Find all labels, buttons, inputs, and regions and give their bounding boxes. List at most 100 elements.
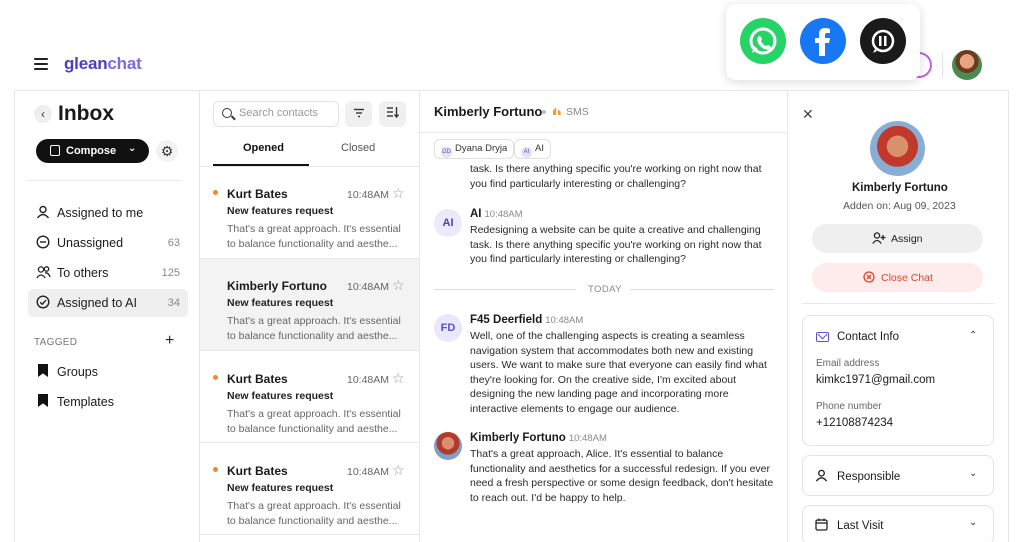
bookmark-icon xyxy=(38,394,48,407)
add-tag-icon[interactable]: + xyxy=(165,332,174,350)
divider xyxy=(434,289,576,290)
unread-dot xyxy=(213,375,218,380)
tab-opened[interactable]: Opened xyxy=(243,142,284,154)
compose-button[interactable]: Compose ⌄ xyxy=(36,139,149,163)
star-icon[interactable]: ☆ xyxy=(392,277,405,294)
right-border xyxy=(1008,90,1009,542)
message-text: That's a great approach, Alice. It's ess… xyxy=(470,448,774,504)
sort-button[interactable] xyxy=(379,101,406,127)
check-circle-icon xyxy=(36,295,50,309)
contact-info-card: Contact Info ⌃ Email address kimkc1971@g… xyxy=(802,315,994,446)
count-badge: 34 xyxy=(167,297,180,309)
users-icon xyxy=(36,265,51,279)
channel-label: SMS xyxy=(566,106,589,118)
whatsapp-icon[interactable] xyxy=(740,18,786,64)
contact-avatar xyxy=(870,121,925,176)
cast-icon[interactable] xyxy=(860,18,906,64)
tag-item-groups[interactable]: Groups xyxy=(28,358,188,384)
responsible-card[interactable]: Responsible ⌄ xyxy=(802,455,994,496)
sidebar-item-to-others[interactable]: To others 125 xyxy=(28,259,188,287)
search-field[interactable] xyxy=(239,107,335,119)
share-popup xyxy=(726,4,920,80)
list-item[interactable]: Kurt Bates 10:48AM ☆ New features reques… xyxy=(200,444,419,536)
compose-icon xyxy=(50,145,60,156)
row-divider xyxy=(200,442,419,443)
page-title: Inbox xyxy=(58,102,114,125)
last-visit-card[interactable]: Last Visit ⌄ xyxy=(802,505,994,542)
bookmark-icon xyxy=(38,364,48,377)
divider xyxy=(28,180,182,181)
contact-avatar xyxy=(434,432,462,460)
star-icon[interactable]: ☆ xyxy=(392,462,405,479)
row-divider xyxy=(200,350,419,351)
back-button[interactable]: ‹ xyxy=(34,105,52,123)
chevron-down-icon: ⌄ xyxy=(128,143,137,154)
count-badge: 63 xyxy=(167,237,180,249)
separator-dot xyxy=(542,110,546,114)
count-badge: 125 xyxy=(161,267,180,279)
tab-closed[interactable]: Closed xyxy=(341,142,375,154)
sidebar-item-unassigned[interactable]: Unassigned 63 xyxy=(28,229,188,257)
close-chat-button[interactable]: Close Chat xyxy=(812,263,983,292)
sort-icon xyxy=(387,107,400,119)
chevron-down-icon[interactable]: ⌄ xyxy=(969,468,977,479)
message-sender: Kimberly Fortuno 10:48AM xyxy=(470,432,607,444)
row-divider xyxy=(200,534,419,535)
participant-chip[interactable]: AI AI xyxy=(514,139,551,159)
chevron-up-icon[interactable]: ⌃ xyxy=(969,330,977,341)
chevron-down-icon[interactable]: ⌄ xyxy=(969,517,977,528)
active-tab-indicator xyxy=(213,164,309,166)
message-text: Redesigning a website can be quite a cre… xyxy=(470,224,762,265)
close-icon[interactable]: ✕ xyxy=(802,106,814,123)
chat-header-divider xyxy=(420,132,787,133)
assign-button[interactable]: Assign xyxy=(812,224,983,253)
filter-button[interactable] xyxy=(345,101,372,127)
app-logo[interactable]: gleanchat xyxy=(64,54,142,74)
facebook-icon[interactable] xyxy=(800,18,846,64)
search-input[interactable] xyxy=(213,101,339,127)
gear-icon[interactable]: ⚙ xyxy=(156,140,178,162)
section-label: TAGGED xyxy=(34,337,78,348)
star-icon[interactable]: ☆ xyxy=(392,370,405,387)
sms-icon xyxy=(553,107,561,115)
unread-dot xyxy=(213,190,218,195)
column-divider xyxy=(787,90,788,542)
email-value: kimkc1971@gmail.com xyxy=(816,374,936,386)
header-divider xyxy=(14,90,1008,91)
sender-avatar: FD xyxy=(434,314,462,342)
sidebar-item-assigned-to-ai[interactable]: Assigned to AI 34 xyxy=(28,289,188,317)
unread-dot xyxy=(213,467,218,472)
minus-circle-icon xyxy=(36,235,50,249)
user-icon xyxy=(36,205,50,219)
search-icon xyxy=(222,108,232,118)
user-icon xyxy=(815,469,828,485)
participant-chip[interactable]: DD Dyana Dryja xyxy=(434,139,515,159)
sidebar-item-assigned-to-me[interactable]: Assigned to me xyxy=(28,199,188,227)
message-text: task. Is there anything specific you're … xyxy=(470,163,762,190)
contact-name: Kimberly Fortuno xyxy=(852,182,948,194)
star-icon[interactable]: ☆ xyxy=(392,185,405,202)
tag-item-templates[interactable]: Templates xyxy=(28,388,188,414)
message-sender: F45 Deerfield 10:48AM xyxy=(470,314,584,326)
divider xyxy=(802,303,994,304)
divider xyxy=(942,52,943,78)
calendar-icon xyxy=(815,518,828,534)
divider xyxy=(630,289,774,290)
filter-icon xyxy=(353,108,364,118)
user-avatar[interactable] xyxy=(952,50,982,80)
list-item[interactable]: Kimberly Fortuno 10:48AM ☆ New features … xyxy=(200,259,419,351)
mail-icon xyxy=(816,332,829,342)
column-divider xyxy=(419,90,420,542)
menu-icon[interactable] xyxy=(34,58,48,70)
list-item[interactable]: Kurt Bates 10:48AM ☆ New features reques… xyxy=(200,167,419,259)
left-border xyxy=(14,90,15,542)
phone-value: +12108874234 xyxy=(816,417,894,429)
message-sender: AI 10:48AM xyxy=(470,208,523,220)
added-date: Adden on: Aug 09, 2023 xyxy=(843,200,956,212)
user-plus-icon xyxy=(872,232,886,247)
date-divider: TODAY xyxy=(588,284,622,295)
list-item[interactable]: Kurt Bates 10:48AM ☆ New features reques… xyxy=(200,352,419,444)
ai-avatar: AI xyxy=(434,209,462,237)
chat-contact-name: Kimberly Fortuno xyxy=(434,104,543,119)
message-text: Well, one of the challenging aspects is … xyxy=(470,330,767,415)
